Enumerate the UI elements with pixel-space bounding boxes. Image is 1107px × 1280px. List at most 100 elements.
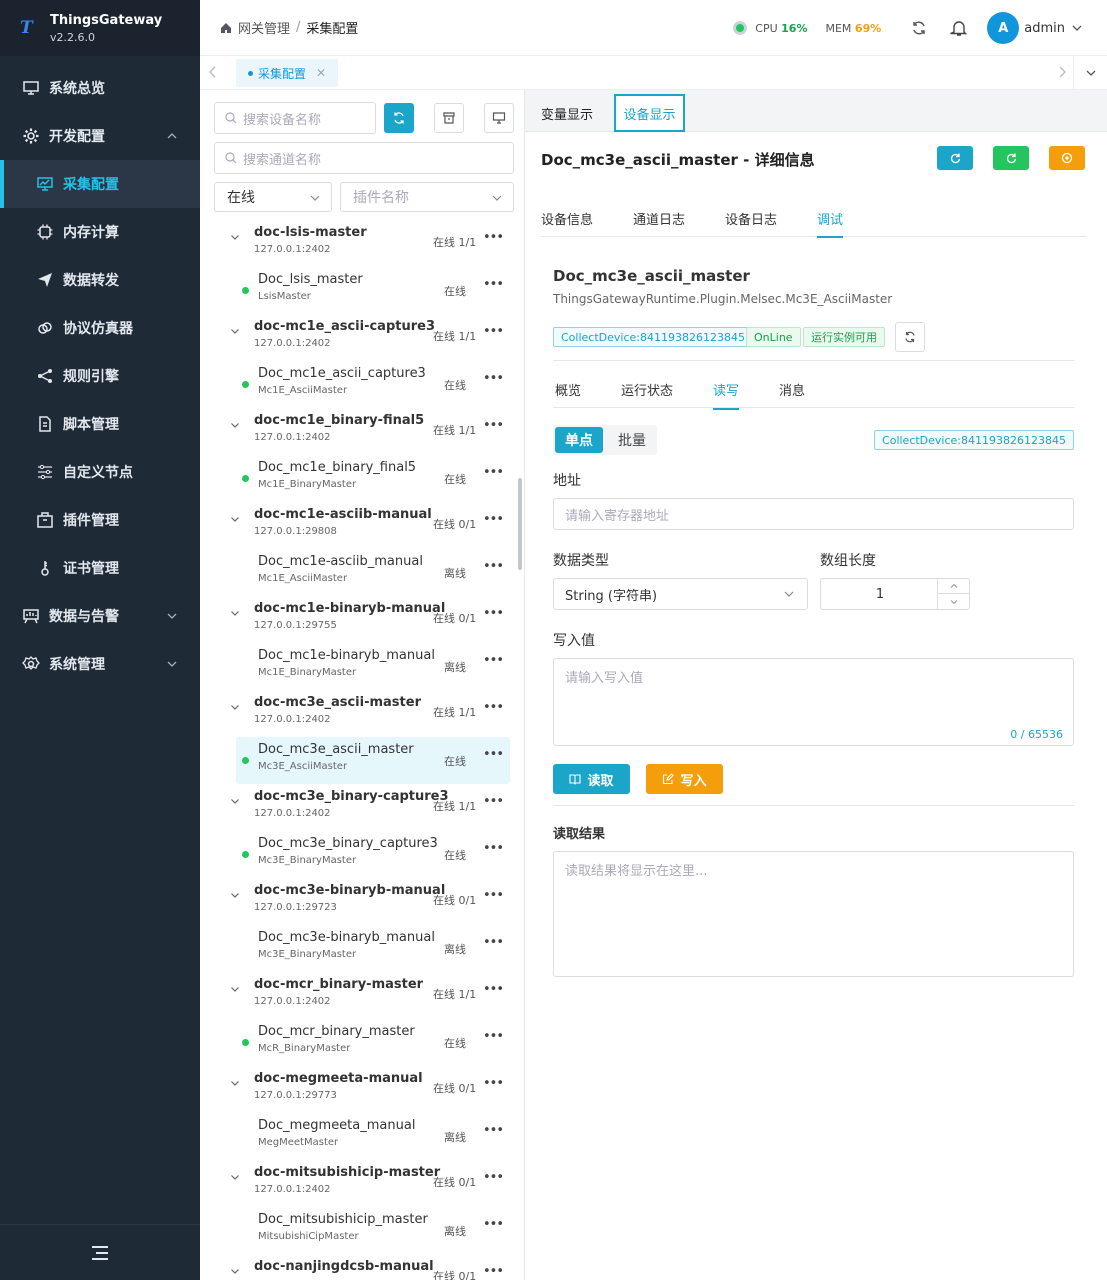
tab-variable-view[interactable]: 变量显示 (541, 104, 593, 123)
channel-node[interactable]: doc-mcr_binary-master 127.0.0.1:2402 在线 1/… (200, 972, 524, 1019)
channel-node[interactable]: doc-mc1e_binary-final5 127.0.0.1:2402 在线 1… (200, 408, 524, 455)
sidebar-item-2[interactable]: 采集配置 (0, 160, 200, 208)
mode-single-button[interactable]: 单点 (555, 427, 603, 453)
notification-button[interactable] (939, 8, 979, 48)
chevron-down-icon[interactable] (230, 420, 240, 430)
decrement-button[interactable] (938, 594, 969, 609)
device-node[interactable]: Doc_mc1e-asciib_manual Mc1E_AsciiMaster 离线… (200, 549, 524, 596)
channel-node[interactable]: doc-mc3e_ascii-master 127.0.0.1:2402 在线 1/… (200, 690, 524, 737)
channel-node[interactable]: doc-mc1e_ascii-capture3 127.0.0.1:2402 在线 … (200, 314, 524, 361)
device-node[interactable]: Doc_mc3e_binary_capture3 Mc3E_BinaryMaste… (200, 831, 524, 878)
subtab-device-log[interactable]: 设备日志 (725, 209, 777, 228)
device-node[interactable]: Doc_mitsubishicip_master MitsubishiCipMas… (200, 1207, 524, 1254)
device-node[interactable]: Doc_mc3e_ascii_master Mc3E_AsciiMaster 在线 •… (200, 737, 524, 784)
chevron-down-icon[interactable] (230, 1078, 240, 1088)
more-icon[interactable]: ••• (483, 982, 504, 997)
breadcrumb-item[interactable]: 网关管理 (238, 18, 290, 37)
sidebar-item-12[interactable]: 系统管理 (0, 640, 200, 688)
sidebar-item-11[interactable]: 数据与告警 (0, 592, 200, 640)
chevron-down-icon[interactable] (230, 514, 240, 524)
channel-node[interactable]: doc-mc1e-binaryb-manual 127.0.0.1:29755 在线… (200, 596, 524, 643)
tabs-menu-button[interactable] (1073, 56, 1107, 90)
device-node[interactable]: Doc_mc3e-binaryb_manual Mc3E_BinaryMaster… (200, 925, 524, 972)
device-search-input[interactable]: 搜索设备名称 (214, 102, 376, 134)
device-node[interactable]: Doc_mc1e_binary_final5 Mc1E_BinaryMaster 在… (200, 455, 524, 502)
more-icon[interactable]: ••• (483, 653, 504, 668)
tab-device-view[interactable]: 设备显示 (614, 94, 685, 132)
increment-button[interactable] (938, 579, 969, 594)
chevron-down-icon[interactable] (230, 1266, 240, 1276)
sidebar-item-8[interactable]: 自定义节点 (0, 448, 200, 496)
plugin-button[interactable] (434, 103, 464, 133)
read-result-textarea[interactable]: 读取结果将显示在这里... (553, 851, 1074, 977)
sidebar-item-10[interactable]: 证书管理 (0, 544, 200, 592)
more-icon[interactable]: ••• (483, 841, 504, 856)
device-node[interactable]: Doc_mc1e-binaryb_manual Mc1E_BinaryMaster… (200, 643, 524, 690)
channel-node[interactable]: doc-mc1e-asciib-manual 127.0.0.1:29808 在线 … (200, 502, 524, 549)
more-icon[interactable]: ••• (483, 1170, 504, 1185)
tab-read-write[interactable]: 读写 (713, 380, 740, 410)
channel-node[interactable]: doc-mitsubishicip-master 127.0.0.1:2402 在线… (200, 1160, 524, 1207)
more-icon[interactable]: ••• (483, 606, 504, 621)
write-value-textarea[interactable]: 请输入写入值 0 / 65536 (553, 658, 1074, 746)
close-icon[interactable]: ✕ (316, 66, 326, 80)
subtab-channel-log[interactable]: 通道日志 (633, 209, 685, 228)
device-node[interactable]: Doc_mc1e_ascii_capture3 Mc1E_AsciiMaster 在… (200, 361, 524, 408)
datatype-select[interactable]: String (字符串) (553, 578, 808, 610)
stop-button[interactable] (1049, 146, 1085, 170)
channel-node[interactable]: doc-nanjingdcsb-manual 在线 0/1 ••• (200, 1254, 524, 1280)
more-icon[interactable]: ••• (483, 1264, 504, 1279)
more-icon[interactable]: ••• (483, 512, 504, 527)
more-icon[interactable]: ••• (483, 277, 504, 292)
sidebar-item-9[interactable]: 插件管理 (0, 496, 200, 544)
status-filter-select[interactable]: 在线 (214, 182, 332, 212)
display-button[interactable] (484, 103, 514, 133)
collapse-sidebar-button[interactable] (0, 1224, 200, 1280)
tab-collect-config[interactable]: 采集配置 ✕ (236, 59, 339, 87)
user-name[interactable]: admin (1024, 21, 1065, 36)
more-icon[interactable]: ••• (483, 324, 504, 339)
array-length-value[interactable]: 1 (821, 579, 939, 609)
more-icon[interactable]: ••• (483, 418, 504, 433)
more-icon[interactable]: ••• (483, 747, 504, 762)
refresh-status-button[interactable] (895, 322, 925, 352)
device-node[interactable]: Doc_megmeeta_manual MegMeetMaster 离线 ••• (200, 1113, 524, 1160)
tree-scrollbar[interactable] (518, 478, 522, 570)
sidebar-item-0[interactable]: 系统总览 (0, 64, 200, 112)
more-icon[interactable]: ••• (483, 700, 504, 715)
tab-overview[interactable]: 概览 (555, 380, 581, 399)
subtab-debug[interactable]: 调试 (817, 209, 844, 238)
avatar[interactable]: A (987, 12, 1020, 44)
more-icon[interactable]: ••• (483, 1076, 504, 1091)
device-node[interactable]: Doc_lsis_master LsisMaster 在线 ••• (200, 267, 524, 314)
tabs-scroll-left-icon[interactable] (208, 65, 218, 79)
channel-search-input[interactable]: 搜索通道名称 (214, 142, 514, 174)
sidebar-item-7[interactable]: 脚本管理 (0, 400, 200, 448)
refresh-detail-button[interactable] (937, 146, 973, 170)
address-input[interactable]: 请输入寄存器地址 (553, 498, 1074, 530)
write-button[interactable]: 写入 (646, 764, 723, 794)
restart-button[interactable] (993, 146, 1029, 170)
more-icon[interactable]: ••• (483, 559, 504, 574)
channel-node[interactable]: doc-mc3e-binaryb-manual 127.0.0.1:29723 在线… (200, 878, 524, 925)
chevron-down-icon[interactable] (230, 326, 240, 336)
sidebar-item-6[interactable]: 规则引擎 (0, 352, 200, 400)
tab-run-status[interactable]: 运行状态 (621, 380, 673, 399)
subtab-device-info[interactable]: 设备信息 (541, 209, 593, 228)
plugin-filter-select[interactable]: 插件名称 (340, 182, 514, 212)
more-icon[interactable]: ••• (483, 888, 504, 903)
channel-node[interactable]: doc-megmeeta-manual 127.0.0.1:29773 在线 0/1… (200, 1066, 524, 1113)
more-icon[interactable]: ••• (483, 1123, 504, 1138)
read-button[interactable]: 读取 (553, 764, 630, 794)
device-node[interactable]: Doc_mcr_binary_master McR_BinaryMaster 在线 •… (200, 1019, 524, 1066)
channel-node[interactable]: doc-lsis-master 127.0.0.1:2402 在线 1/1 ••• (200, 220, 524, 267)
more-icon[interactable]: ••• (483, 371, 504, 386)
sidebar-item-1[interactable]: 开发配置 (0, 112, 200, 160)
array-length-stepper[interactable]: 1 (820, 578, 970, 610)
chevron-down-icon[interactable] (230, 232, 240, 242)
sidebar-item-4[interactable]: 数据转发 (0, 256, 200, 304)
more-icon[interactable]: ••• (483, 465, 504, 480)
chevron-down-icon[interactable] (230, 608, 240, 618)
sync-button[interactable] (384, 103, 414, 133)
tabs-scroll-right-icon[interactable] (1057, 65, 1067, 79)
